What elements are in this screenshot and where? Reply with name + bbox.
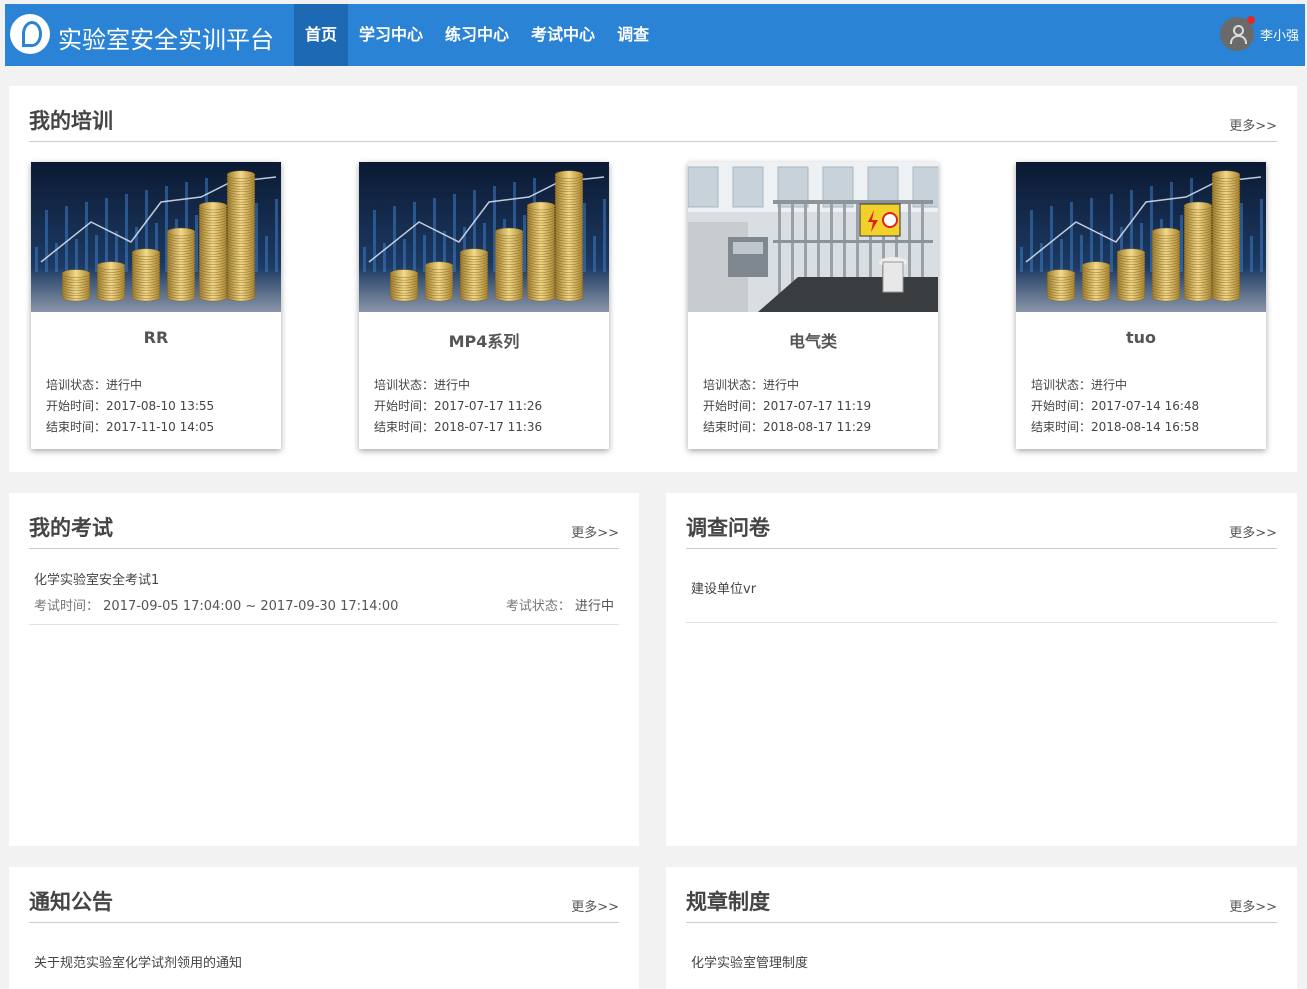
nav-practice-center[interactable]: 练习中心 (434, 4, 520, 66)
training-card-title: RR (143, 328, 169, 347)
training-card-image (688, 162, 938, 312)
notification-dot-icon (1246, 16, 1255, 24)
panel-header: 规章制度 更多>> (686, 867, 1277, 923)
training-end-time: 结束时间：2017-11-10 14:05 (46, 420, 215, 434)
training-end-time: 结束时间：2018-08-14 16:58 (1031, 420, 1200, 434)
panel-title: 调查问卷 (686, 516, 770, 540)
nav-survey[interactable]: 调查 (606, 4, 660, 66)
training-card-image (1016, 162, 1266, 312)
panel-header: 调查问卷 更多>> (686, 493, 1277, 549)
panel-title: 规章制度 (686, 890, 770, 914)
nav-exam-center[interactable]: 考试中心 (520, 4, 606, 66)
training-card-image (359, 162, 609, 312)
rules-more-link[interactable]: 更多>> (1229, 896, 1277, 915)
training-status: 培训状态：进行中 (1031, 378, 1128, 392)
platform-title: 实验室安全实训平台 (58, 26, 274, 54)
surveys-panel: 调查问卷 更多>> 建设单位vr (666, 493, 1297, 846)
exam-name[interactable]: 化学实验室安全考试1 (34, 569, 159, 588)
top-navbar: 实验室安全实训平台 首页 学习中心 练习中心 考试中心 调查 李小强 (5, 4, 1305, 66)
panel-header: 我的培训 更多>> (29, 86, 1277, 142)
training-status: 培训状态：进行中 (703, 378, 800, 392)
exam-time: 考试时间： 2017-09-05 17:04:00 ~ 2017-09-30 1… (34, 599, 399, 614)
main-nav: 首页 学习中心 练习中心 考试中心 调查 (294, 4, 660, 66)
my-exams-panel: 我的考试 更多>> 化学实验室安全考试1 考试时间： 2017-09-05 17… (9, 493, 639, 846)
rule-item[interactable]: 化学实验室管理制度 (691, 952, 808, 971)
exams-more-link[interactable]: 更多>> (571, 522, 619, 541)
user-name[interactable]: 李小强 (1260, 25, 1299, 44)
training-end-time: 结束时间：2018-08-17 11:29 (703, 420, 872, 434)
panel-header: 通知公告 更多>> (29, 867, 619, 923)
training-status: 培训状态：进行中 (374, 378, 471, 392)
notices-panel: 通知公告 更多>> 关于规范实验室化学试剂领用的通知 (9, 867, 639, 989)
exam-status: 考试状态： 进行中 (505, 599, 614, 614)
nav-home[interactable]: 首页 (294, 4, 349, 66)
training-start-time: 开始时间：2017-07-14 16:48 (1031, 399, 1200, 413)
notices-more-link[interactable]: 更多>> (571, 896, 619, 915)
divider (686, 622, 1277, 623)
platform-logo-icon[interactable] (10, 14, 50, 54)
training-start-time: 开始时间：2017-07-17 11:26 (374, 399, 543, 413)
training-more-link[interactable]: 更多>> (1229, 115, 1277, 134)
training-cards: RR 培训状态：进行中 开始时间：2017-08-10 13:55 结束时间：2… (31, 162, 1271, 452)
training-card-title: tuo (1125, 328, 1157, 347)
rules-panel: 规章制度 更多>> 化学实验室管理制度 (666, 867, 1297, 989)
panel-title: 我的培训 (29, 109, 113, 133)
training-card-title: MP4系列 (448, 332, 520, 351)
nav-learning-center[interactable]: 学习中心 (348, 4, 434, 66)
training-status: 培训状态：进行中 (46, 378, 143, 392)
surveys-more-link[interactable]: 更多>> (1229, 522, 1277, 541)
training-card-image (31, 162, 281, 312)
training-card[interactable]: 电气类 培训状态：进行中 开始时间：2017-07-17 11:19 结束时间：… (688, 162, 938, 449)
user-avatar-icon[interactable] (1219, 16, 1255, 51)
user-menu[interactable]: 李小强 (1219, 16, 1299, 51)
training-start-time: 开始时间：2017-08-10 13:55 (46, 399, 215, 413)
training-card-title: 电气类 (788, 332, 837, 351)
my-training-panel: 我的培训 更多>> RR 培训状态：进行中 开始时间：2017-08-10 13… (9, 86, 1297, 472)
exam-item[interactable]: 化学实验室安全考试1 考试时间： 2017-09-05 17:04:00 ~ 2… (29, 564, 619, 625)
training-card[interactable]: tuo 培训状态：进行中 开始时间：2017-07-14 16:48 结束时间：… (1016, 162, 1266, 449)
survey-item[interactable]: 建设单位vr (691, 578, 756, 597)
panel-title: 通知公告 (29, 890, 113, 914)
training-card[interactable]: RR 培训状态：进行中 开始时间：2017-08-10 13:55 结束时间：2… (31, 162, 281, 449)
notice-item[interactable]: 关于规范实验室化学试剂领用的通知 (34, 952, 242, 971)
training-end-time: 结束时间：2018-07-17 11:36 (374, 420, 543, 434)
training-card[interactable]: MP4系列 培训状态：进行中 开始时间：2017-07-17 11:26 结束时… (359, 162, 609, 449)
panel-title: 我的考试 (29, 516, 113, 540)
panel-header: 我的考试 更多>> (29, 493, 619, 549)
training-start-time: 开始时间：2017-07-17 11:19 (703, 399, 872, 413)
